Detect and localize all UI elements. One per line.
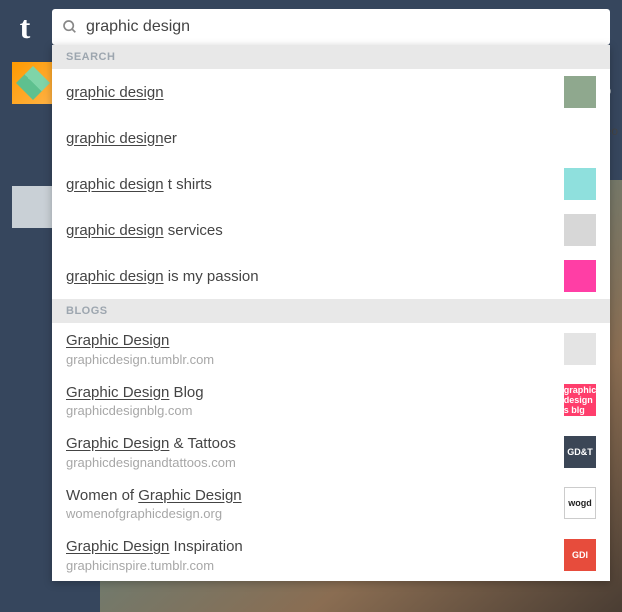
blog-avatar: GDI [564,539,596,571]
search-suggestion[interactable]: graphic designer [52,115,610,161]
blog-avatar-sidebar[interactable] [12,186,54,228]
suggestion-thumbnail [564,76,596,108]
suggestion-text: graphic design [66,84,564,101]
blog-avatar: GD&T [564,436,596,468]
blog-text: Graphic Design Bloggraphicdesignblg.com [66,383,564,419]
suggestion-thumbnail [564,122,596,154]
blog-name: Graphic Design & Tattoos [66,434,564,454]
blog-url: graphicdesignblg.com [66,403,564,418]
search-suggestion[interactable]: graphic design t shirts [52,161,610,207]
suggestion-thumbnail [564,260,596,292]
suggestion-text: graphic design t shirts [66,176,564,193]
search-suggestion[interactable]: graphic design [52,69,610,115]
blog-text: Women of Graphic Designwomenofgraphicdes… [66,486,564,522]
search-icon [62,19,78,35]
blog-text: Graphic Design Inspirationgraphicinspire… [66,537,564,573]
blog-suggestion[interactable]: Graphic Design Bloggraphicdesignblg.comg… [52,375,610,427]
tumblr-logo[interactable]: t [12,9,38,46]
top-bar: t SEARCH graphic designgraphic designerg… [0,0,622,54]
blog-text: Graphic Design & Tattoosgraphicdesignand… [66,434,564,470]
blog-url: graphicdesign.tumblr.com [66,352,564,367]
blog-url: graphicinspire.tumblr.com [66,558,564,573]
suggestion-thumbnail [564,168,596,200]
section-header-search: SEARCH [52,45,610,69]
blog-name: Graphic Design Inspiration [66,537,564,557]
blog-name: Graphic Design [66,331,564,351]
blog-avatar [564,333,596,365]
blog-text: Graphic Designgraphicdesign.tumblr.com [66,331,564,367]
suggestion-text: graphic designer [66,130,564,147]
section-header-blogs: BLOGS [52,299,610,323]
search-input[interactable] [86,18,600,36]
blog-url: womenofgraphicdesign.org [66,506,564,521]
blog-suggestion[interactable]: Graphic Design & Tattoosgraphicdesignand… [52,426,610,478]
blog-suggestion[interactable]: Women of Graphic Designwomenofgraphicdes… [52,478,610,530]
blog-name: Graphic Design Blog [66,383,564,403]
search-suggestion[interactable]: graphic design is my passion [52,253,610,299]
blog-suggestion[interactable]: Graphic Designgraphicdesign.tumblr.com [52,323,610,375]
suggestion-text: graphic design is my passion [66,268,564,285]
search-box[interactable] [52,9,610,45]
suggestion-thumbnail [564,214,596,246]
blog-suggestion[interactable]: Graphic Design Inspirationgraphicinspire… [52,529,610,581]
search-suggestion[interactable]: graphic design services [52,207,610,253]
suggestion-text: graphic design services [66,222,564,239]
search-container: SEARCH graphic designgraphic designergra… [52,9,610,45]
blog-url: graphicdesignandtattoos.com [66,455,564,470]
blog-avatar: graphic design s blg [564,384,596,416]
blog-avatar: wogd [564,487,596,519]
search-dropdown: SEARCH graphic design graphic designer gra… [52,45,610,581]
blog-avatar-sidebar[interactable] [12,62,54,104]
blog-name: Women of Graphic Design [66,486,564,506]
